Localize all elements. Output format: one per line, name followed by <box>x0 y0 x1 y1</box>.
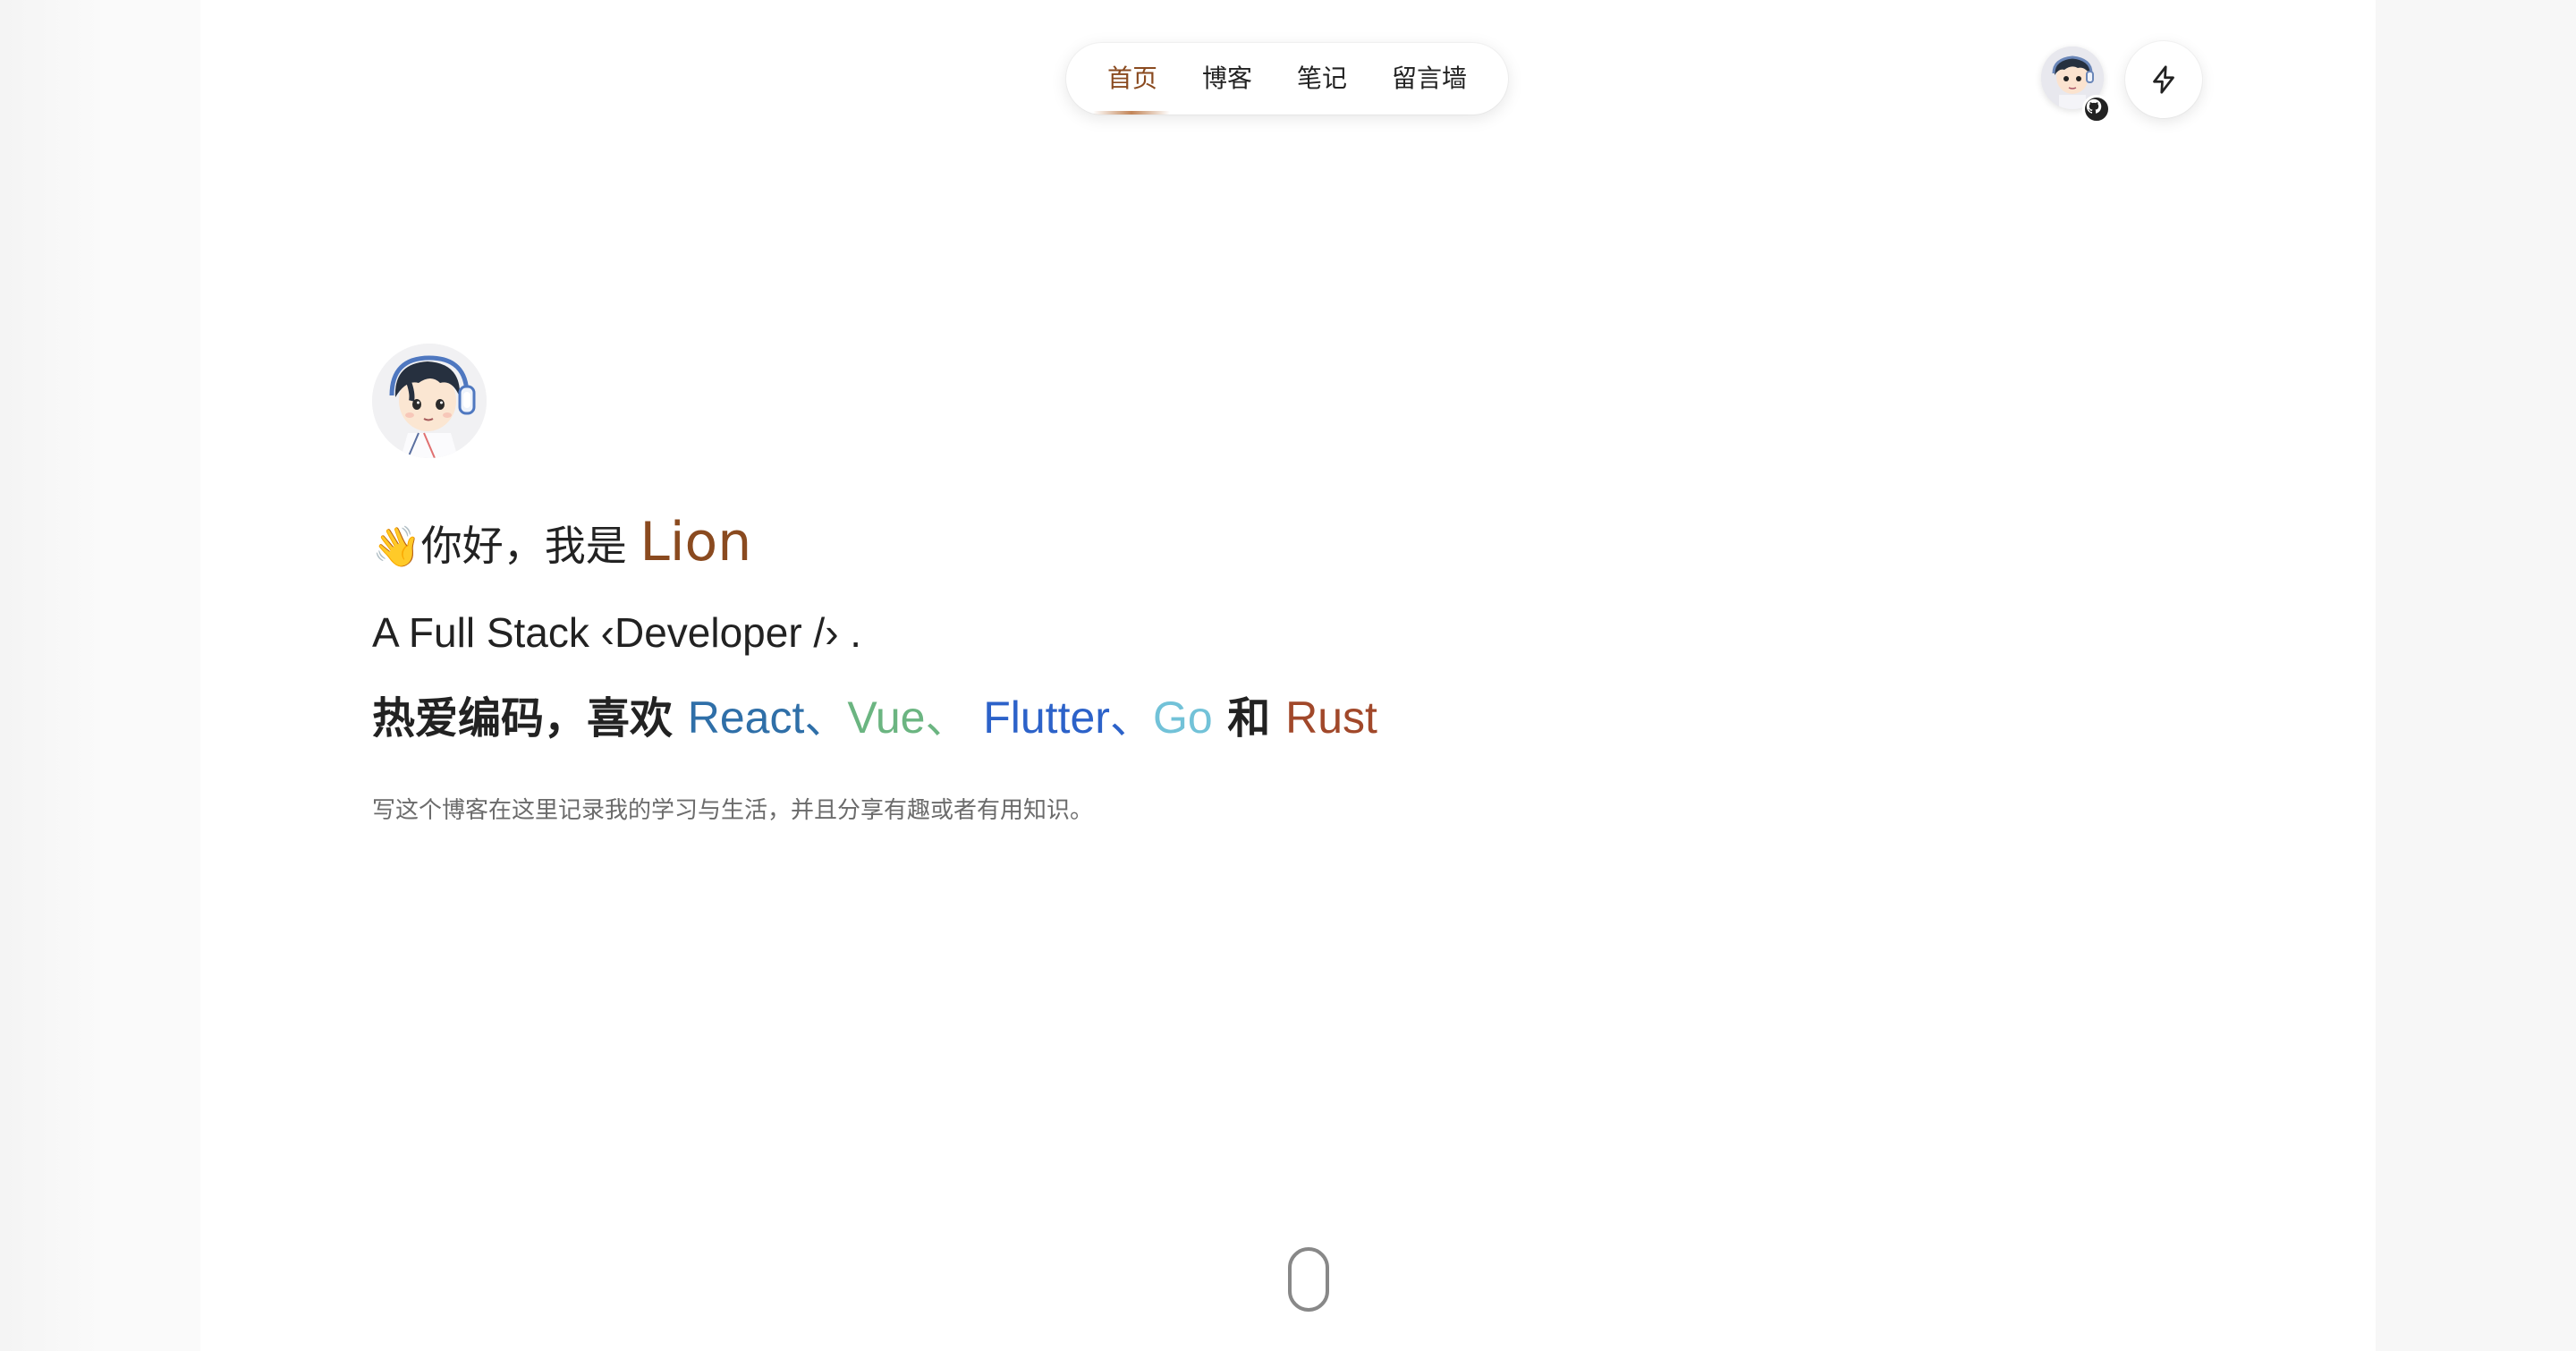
nav-item-guestbook[interactable]: 留言墙 <box>1392 43 1467 115</box>
tech-rust: Rust <box>1285 692 1377 743</box>
separator: 、 <box>1109 693 1153 743</box>
github-icon <box>2082 95 2111 123</box>
wave-emoji-icon: 👋 <box>372 524 421 570</box>
main-nav: 首页 博客 笔记 留言墙 <box>1066 43 1508 115</box>
bolt-icon <box>2153 65 2174 94</box>
nav-item-home[interactable]: 首页 <box>1107 43 1157 115</box>
tech-go: Go <box>1152 692 1213 743</box>
scroll-down-indicator[interactable] <box>1288 1247 1329 1312</box>
greeting-text: 你好，我是 <box>420 522 627 570</box>
tech-vue: Vue <box>847 692 926 743</box>
profile-avatar <box>372 344 487 458</box>
hero-subtitle: A Full Stack ‹Developer /› . <box>372 609 862 656</box>
hero-tech-line: 热爱编码，喜欢 React、Vue、 Flutter、Go 和 Rust <box>372 685 1377 751</box>
hero-name: Lion <box>640 511 752 574</box>
love-prefix: 热爱编码，喜欢 <box>372 693 674 743</box>
tech-flutter: Flutter <box>983 692 1110 743</box>
content-panel <box>200 0 2376 1351</box>
conjunction: 和 <box>1227 693 1271 743</box>
tech-react: React <box>687 692 805 743</box>
hero-greeting: 👋你好，我是 Lion <box>372 506 751 583</box>
nav-active-indicator <box>1093 111 1170 115</box>
theme-toggle-button[interactable] <box>2125 41 2202 118</box>
nav-item-blog[interactable]: 博客 <box>1202 43 1252 115</box>
separator: 、 <box>925 693 969 743</box>
avatar-illustration <box>372 344 487 458</box>
separator: 、 <box>804 693 848 743</box>
hero-description: 写这个博客在这里记录我的学习与生活，并且分享有趣或者有用知识。 <box>372 797 1094 824</box>
nav-item-notes[interactable]: 笔记 <box>1297 43 1347 115</box>
